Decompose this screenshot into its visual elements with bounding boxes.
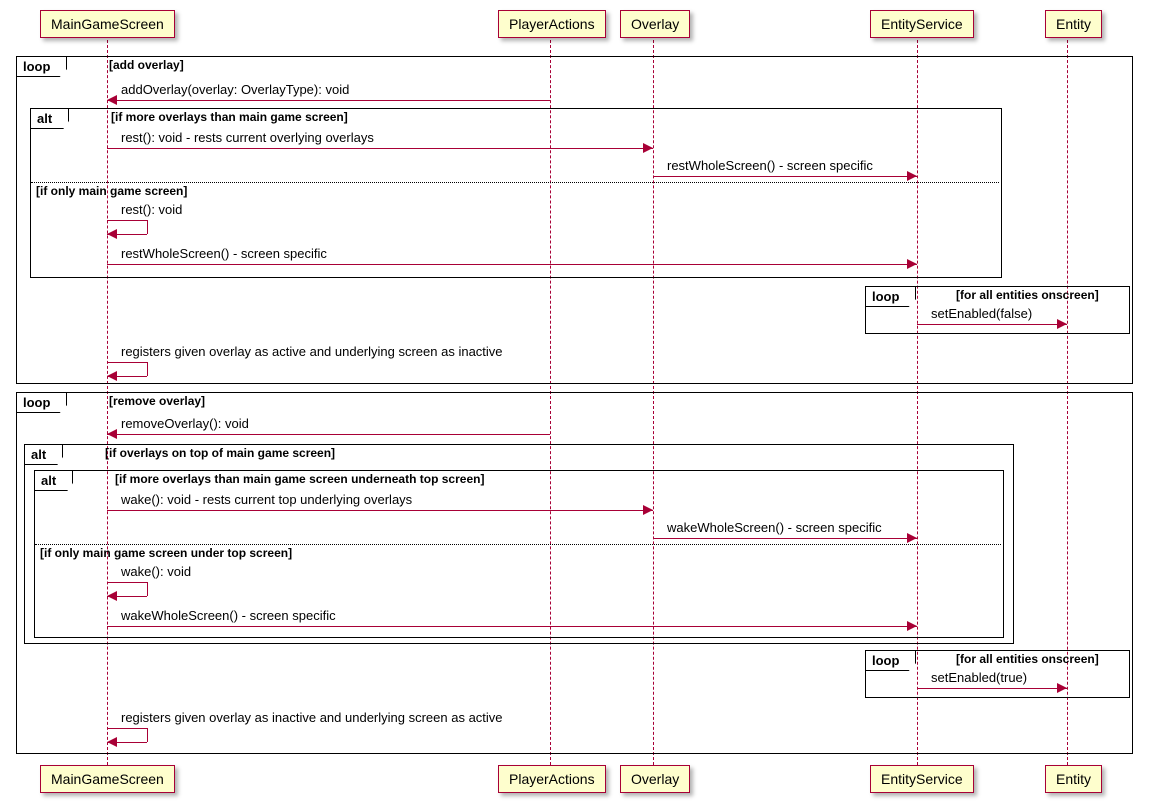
msg-text: rest(): void - rests current overlying o…	[121, 130, 374, 145]
participant-label: MainGameScreen	[51, 771, 164, 787]
msg-text: wakeWholeScreen() - screen specific	[667, 520, 882, 535]
frame-cond: [for all entities onscreen]	[956, 652, 1099, 666]
frame-cond: [if more overlays than main game screen …	[115, 472, 484, 486]
participant-label: EntityService	[881, 16, 963, 32]
participant-entityservice-bottom: EntityService	[870, 765, 974, 793]
frame-label-alt: alt	[34, 470, 73, 491]
participant-label: Entity	[1056, 16, 1091, 32]
frame-cond: [for all entities onscreen]	[956, 288, 1099, 302]
participant-maingamescreen-top: MainGameScreen	[40, 10, 175, 38]
alt-divider	[35, 544, 1001, 545]
sequence-diagram: MainGameScreen PlayerActions Overlay Ent…	[10, 10, 1139, 799]
msg-text: setEnabled(true)	[931, 670, 1027, 685]
msg-text: registers given overlay as inactive and …	[121, 710, 503, 725]
participant-playeractions-top: PlayerActions	[498, 10, 606, 38]
participant-entity-bottom: Entity	[1045, 765, 1102, 793]
participant-entity-top: Entity	[1045, 10, 1102, 38]
msg-text: removeOverlay(): void	[121, 416, 249, 431]
msg-text: wake(): void - rests current top underly…	[121, 492, 412, 507]
msg-text: rest(): void	[121, 202, 182, 217]
msg-text: wake(): void	[121, 564, 191, 579]
participant-playeractions-bottom: PlayerActions	[498, 765, 606, 793]
alt-guard-else: [if only main game screen]	[36, 184, 187, 198]
participant-label: Entity	[1056, 771, 1091, 787]
msg-text: wakeWholeScreen() - screen specific	[121, 608, 336, 623]
frame-cond: [if overlays on top of main game screen]	[105, 446, 335, 460]
frame-cond: [remove overlay]	[109, 394, 205, 408]
participant-label: EntityService	[881, 771, 963, 787]
frame-label-alt: alt	[30, 108, 69, 129]
participant-entityservice-top: EntityService	[870, 10, 974, 38]
participant-overlay-bottom: Overlay	[620, 765, 690, 793]
frame-label-loop: loop	[865, 286, 916, 307]
participant-label: PlayerActions	[509, 771, 595, 787]
msg-text: restWholeScreen() - screen specific	[667, 158, 873, 173]
frame-cond: [add overlay]	[109, 58, 184, 72]
msg-text: addOverlay(overlay: OverlayType): void	[121, 82, 349, 97]
participant-label: Overlay	[631, 16, 679, 32]
msg-text: setEnabled(false)	[931, 306, 1032, 321]
participant-label: Overlay	[631, 771, 679, 787]
participant-label: MainGameScreen	[51, 16, 164, 32]
participant-label: PlayerActions	[509, 16, 595, 32]
msg-text: restWholeScreen() - screen specific	[121, 246, 327, 261]
msg-text: registers given overlay as active and un…	[121, 344, 503, 359]
frame-label-loop: loop	[865, 650, 916, 671]
alt-divider	[31, 182, 999, 183]
alt-guard-else: [if only main game screen under top scre…	[40, 546, 292, 560]
participant-maingamescreen-bottom: MainGameScreen	[40, 765, 175, 793]
participant-overlay-top: Overlay	[620, 10, 690, 38]
frame-label-loop: loop	[16, 56, 67, 77]
frame-label-alt: alt	[24, 444, 63, 465]
frame-cond: [if more overlays than main game screen]	[111, 110, 348, 124]
frame-label-loop: loop	[16, 392, 67, 413]
